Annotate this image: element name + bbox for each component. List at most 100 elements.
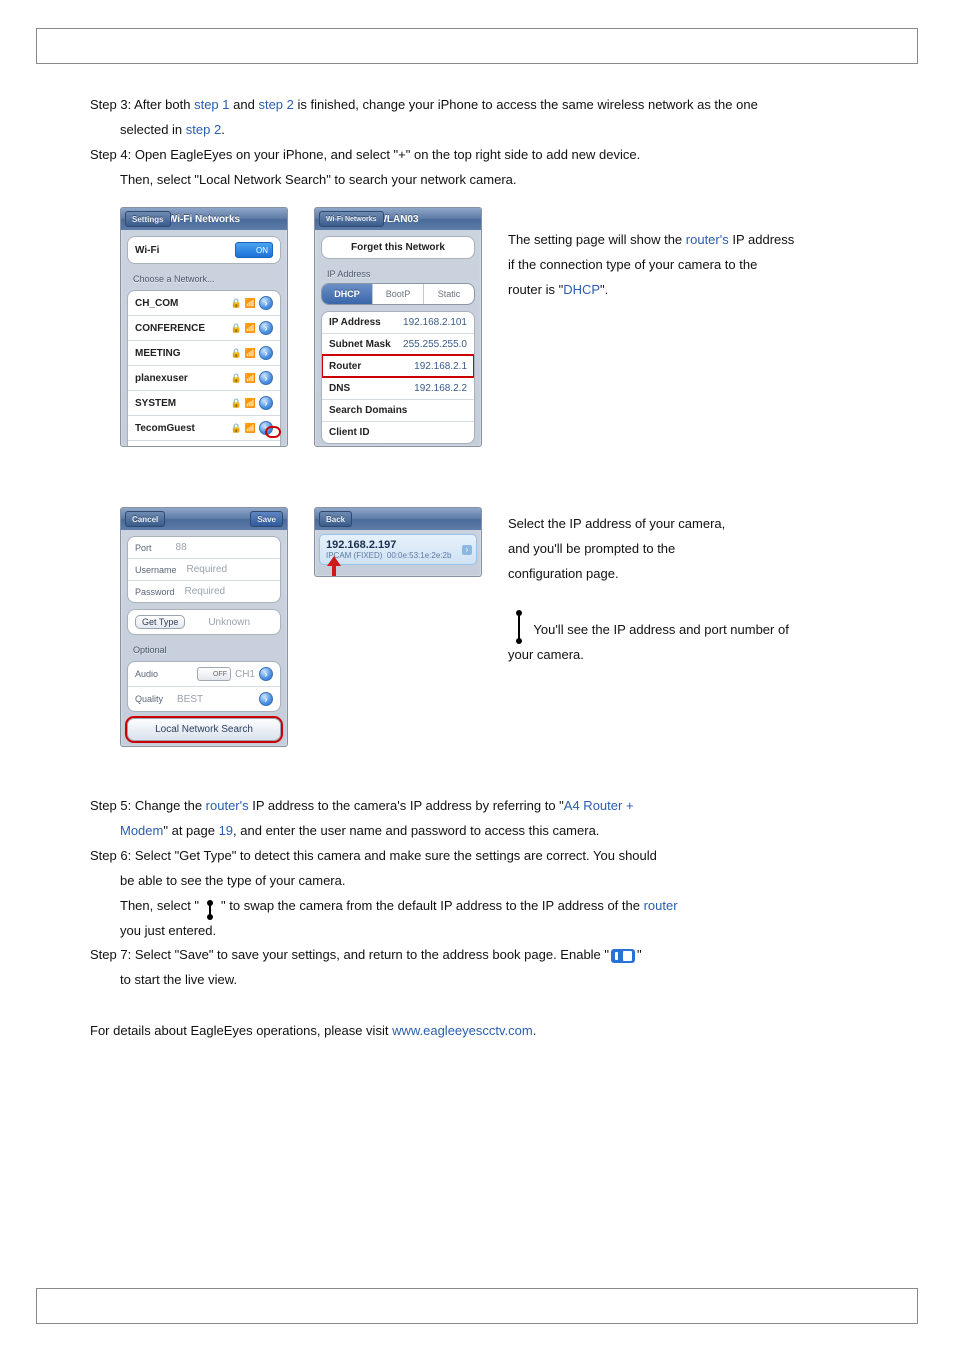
row-label: Subnet Mask <box>329 339 391 350</box>
row-quality[interactable]: Quality BEST › <box>128 686 280 711</box>
step3-t1c: is finished, change your iPhone to acces… <box>298 97 758 112</box>
network-planexuser[interactable]: planexuser 🔒📶› <box>128 365 280 390</box>
row-value: Required <box>187 564 228 575</box>
step3-label: Step 3: <box>90 97 131 112</box>
detail-icon[interactable]: › <box>259 321 273 335</box>
audio-toggle[interactable]: OFF <box>197 667 231 681</box>
row-gettype[interactable]: Get Type Unknown <box>128 610 280 634</box>
step7-line2: to start the live view. <box>120 971 874 990</box>
wifi-detail-panel: Wi-Fi Networks WLAN03 Forget this Networ… <box>314 207 482 447</box>
network-conference[interactable]: CONFERENCE 🔒📶› <box>128 315 280 340</box>
save-button[interactable]: Save <box>250 511 283 527</box>
step3-t1: After both <box>134 97 194 112</box>
wifi-detail-title: WLAN03 <box>377 214 418 225</box>
network-label: CH_COM <box>135 298 178 309</box>
seg-dhcp[interactable]: DHCP <box>322 284 372 304</box>
row-password[interactable]: PasswordRequired <box>128 580 280 602</box>
wifi-label: Wi-Fi <box>135 245 159 256</box>
detail-icon[interactable]: › <box>259 396 273 410</box>
detail-icon[interactable]: › <box>259 346 273 360</box>
row-port[interactable]: Port 88 <box>128 537 280 558</box>
seg-bootp[interactable]: BootP <box>372 284 423 304</box>
link-url[interactable]: www.eagleeyescctv.com <box>392 1023 533 1038</box>
detail-icon[interactable]: › <box>259 371 273 385</box>
red-circle-annotation <box>265 426 281 438</box>
row-value: 192.168.2.1 <box>414 361 467 372</box>
audio-channel: CH1 <box>235 669 255 680</box>
lock-icon: 🔒 <box>231 323 242 334</box>
lock-icon: 🔒 <box>231 373 242 384</box>
network-tecomguest[interactable]: TecomGuest 🔒📶› <box>128 415 280 440</box>
row-username[interactable]: UsernameRequired <box>128 558 280 580</box>
row-label: Router <box>329 361 361 372</box>
link-router3[interactable]: router <box>644 898 678 913</box>
exp-l2: if the connection type of your camera to… <box>508 256 874 275</box>
network-meeting[interactable]: MEETING 🔒📶› <box>128 340 280 365</box>
step4-line1: Step 4: Open EagleEyes on your iPhone, a… <box>90 146 874 165</box>
sel-c: configuration page. <box>508 565 874 584</box>
local-network-search-button[interactable]: Local Network Search <box>127 718 281 741</box>
wifi-icon: 📶 <box>245 423 256 434</box>
step6-line1: Step 6: Select "Get Type" to detect this… <box>90 847 874 866</box>
wifi-toggle[interactable]: ON <box>235 242 273 258</box>
wifi-navbar: Settings Wi-Fi Networks <box>121 208 287 230</box>
page-bottom-border <box>36 1288 918 1324</box>
link-pg[interactable]: 19 <box>219 823 233 838</box>
nav-back-button[interactable]: Back <box>319 511 352 527</box>
footer-line: For details about EagleEyes operations, … <box>90 1022 874 1041</box>
link-a4[interactable]: A4 Router + <box>564 798 634 813</box>
link-routers[interactable]: router's <box>686 232 729 247</box>
step5-line: Step 5: Change the router's IP address t… <box>90 797 874 816</box>
nav-back-settings[interactable]: Settings <box>125 211 171 227</box>
link-dhcp[interactable]: DHCP <box>563 282 600 297</box>
forget-network-button[interactable]: Forget this Network <box>322 237 474 258</box>
network-ch-com[interactable]: CH_COM 🔒📶› <box>128 291 280 315</box>
exp-l3: router is "DHCP". <box>508 281 874 300</box>
link-step2b[interactable]: step 2 <box>186 122 221 137</box>
detail-icon[interactable]: › <box>259 667 273 681</box>
row-label: Quality <box>135 694 163 704</box>
sel-a: Select the IP address of your camera, <box>508 515 874 534</box>
step5-line2: Modem" at page 19, and enter the user na… <box>120 822 874 841</box>
link-step2a[interactable]: step 2 <box>258 97 293 112</box>
wifi-icon: 📶 <box>245 298 256 309</box>
row-audio[interactable]: Audio OFF CH1 › <box>128 662 280 686</box>
detail-icon[interactable]: › <box>259 692 273 706</box>
gettype-value: Unknown <box>208 617 250 628</box>
link-routers2[interactable]: router's <box>206 798 249 813</box>
network-system[interactable]: SYSTEM 🔒📶› <box>128 390 280 415</box>
detail-icon[interactable]: › <box>259 446 273 447</box>
step4-line2: Then, select "Local Network Search" to s… <box>120 171 874 190</box>
search-result-row[interactable]: 192.168.2.197 IPCAM (FIXED) 00:0e:53:1e:… <box>319 534 477 565</box>
step4-t1: Open EagleEyes on your iPhone, and selec… <box>135 147 640 162</box>
network-wlan03[interactable]: ✓WLAN03 🔒📶› <box>128 440 280 447</box>
nav-back-wifi[interactable]: Wi-Fi Networks <box>319 211 384 227</box>
sel-e: your camera. <box>508 646 874 665</box>
row-subnet: Subnet Mask255.255.255.0 <box>322 333 474 355</box>
link-modem[interactable]: Modem <box>120 823 163 838</box>
network-label: SYSTEM <box>135 398 176 409</box>
link-step1[interactable]: step 1 <box>194 97 229 112</box>
ip-mode-segment[interactable]: DHCP BootP Static <box>321 283 475 305</box>
wifi-networks-panel: Settings Wi-Fi Networks Wi-Fi ON Choose … <box>120 207 288 447</box>
sel-d: You'll see the IP address and port numbe… <box>508 610 874 640</box>
wifi-master-row[interactable]: Wi-Fi ON <box>128 237 280 263</box>
ip-address-section-label: IP Address <box>315 265 481 279</box>
step6-label: Step 6: <box>90 848 131 863</box>
add-device-panel: Cancel Save Port 88 UsernameRequired Pass… <box>120 507 288 747</box>
gettype-button[interactable]: Get Type <box>135 615 185 629</box>
row-value: 88 <box>176 542 187 553</box>
row-dns: DNS192.168.2.2 <box>322 377 474 399</box>
seg-static[interactable]: Static <box>423 284 474 304</box>
step3-line2: selected in step 2. <box>120 121 874 140</box>
detail-icon[interactable]: › <box>259 296 273 310</box>
row-client-id: Client ID <box>322 421 474 443</box>
lock-icon: 🔒 <box>231 348 242 359</box>
right-explain-block-2: Select the IP address of your camera, an… <box>508 507 874 747</box>
row-label: Audio <box>135 669 158 679</box>
cancel-button[interactable]: Cancel <box>125 511 165 527</box>
search-navbar: Back <box>315 508 481 530</box>
sel-b: and you'll be prompted to the <box>508 540 874 559</box>
red-arrow-annotation <box>327 556 341 577</box>
row-label: Port <box>135 543 152 553</box>
